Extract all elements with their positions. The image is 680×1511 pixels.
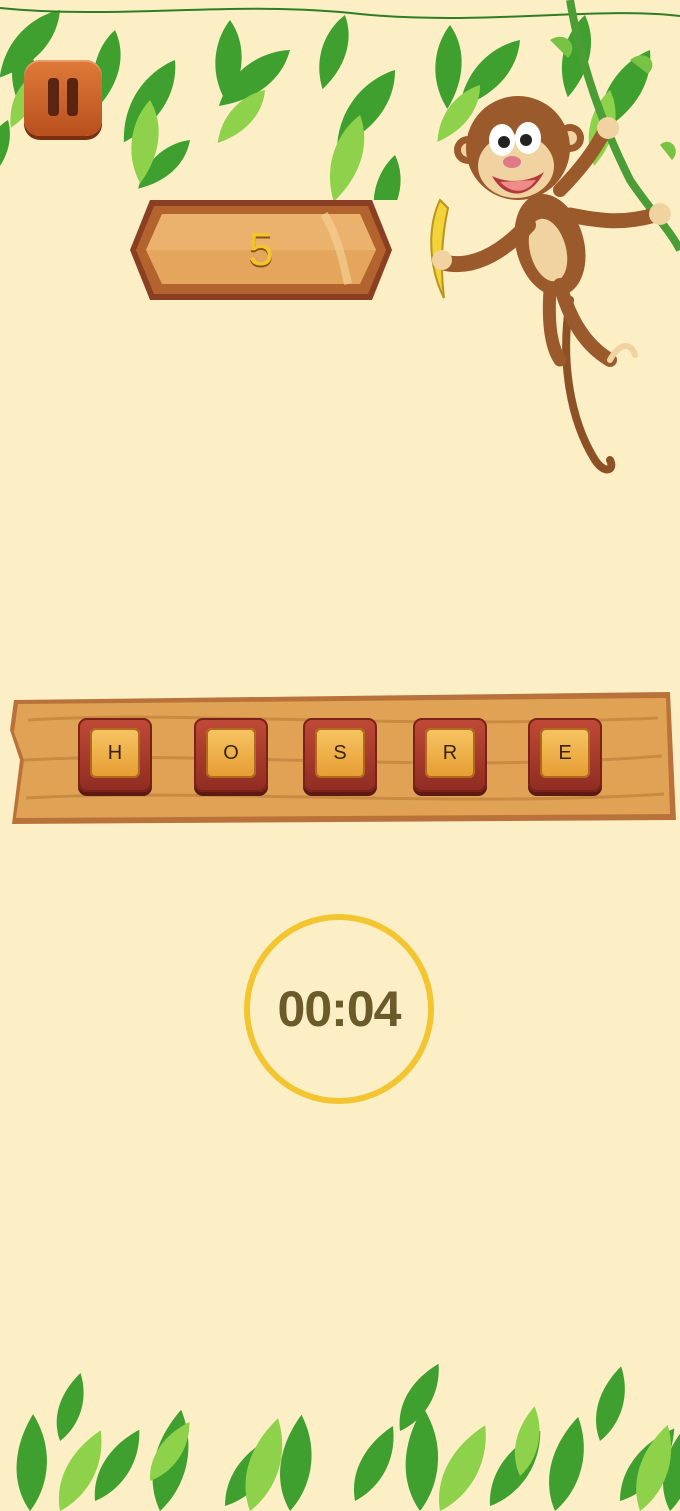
pause-button[interactable] xyxy=(24,60,102,136)
letter-tile-4[interactable]: R xyxy=(413,718,487,792)
letter-tile-label: E xyxy=(540,728,590,778)
pause-icon xyxy=(48,78,59,116)
monkey-mascot xyxy=(430,0,680,474)
letter-tile-1[interactable]: H xyxy=(78,718,152,792)
letter-tile-5[interactable]: E xyxy=(528,718,602,792)
letter-tile-3[interactable]: S xyxy=(303,718,377,792)
letter-tile-2[interactable]: O xyxy=(194,718,268,792)
timer-display: 00:04 xyxy=(277,981,402,1037)
score-value: 5 xyxy=(248,223,274,275)
letter-tile-label: H xyxy=(90,728,140,778)
letter-tile-label: R xyxy=(425,728,475,778)
letter-tile-label: O xyxy=(206,728,256,778)
letter-tile-label: S xyxy=(315,728,365,778)
bottom-foliage xyxy=(0,1359,680,1511)
